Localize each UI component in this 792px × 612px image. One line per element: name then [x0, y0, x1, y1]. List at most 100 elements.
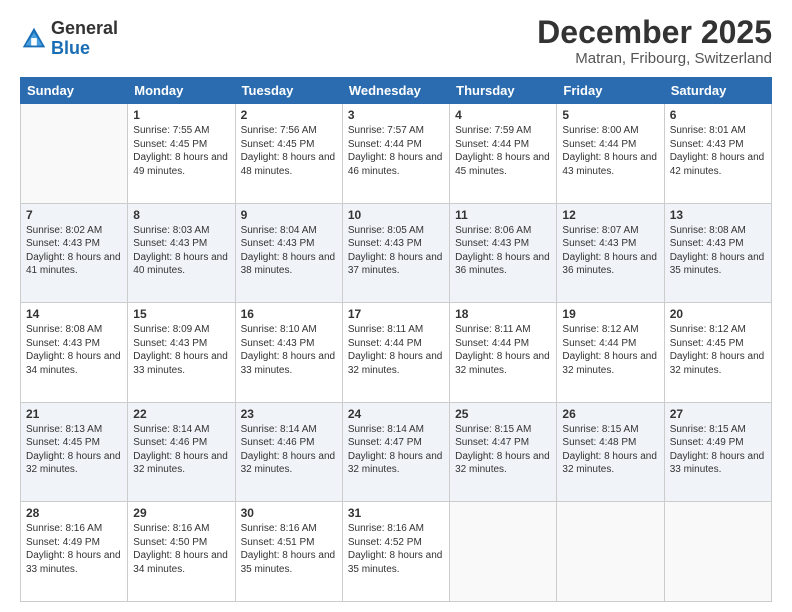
sunset-text: Sunset: 4:47 PM [348, 436, 444, 450]
day-number: 21 [26, 407, 122, 421]
sunset-text: Sunset: 4:44 PM [455, 337, 551, 351]
cell-info: Sunrise: 7:56 AM Sunset: 4:45 PM Dayligh… [241, 124, 337, 178]
sunset-text: Sunset: 4:45 PM [670, 337, 766, 351]
table-row: 28 Sunrise: 8:16 AM Sunset: 4:49 PM Dayl… [21, 502, 128, 602]
cell-info: Sunrise: 8:14 AM Sunset: 4:47 PM Dayligh… [348, 423, 444, 477]
logo-blue-text: Blue [51, 39, 118, 59]
table-row: 5 Sunrise: 8:00 AM Sunset: 4:44 PM Dayli… [557, 104, 664, 204]
table-row: 15 Sunrise: 8:09 AM Sunset: 4:43 PM Dayl… [128, 303, 235, 403]
cell-info: Sunrise: 8:11 AM Sunset: 4:44 PM Dayligh… [348, 323, 444, 377]
day-number: 24 [348, 407, 444, 421]
daylight-text: Daylight: 8 hours and 33 minutes. [670, 450, 766, 477]
header-sunday: Sunday [21, 78, 128, 104]
cell-info: Sunrise: 8:16 AM Sunset: 4:51 PM Dayligh… [241, 522, 337, 576]
day-number: 4 [455, 108, 551, 122]
table-row: 4 Sunrise: 7:59 AM Sunset: 4:44 PM Dayli… [450, 104, 557, 204]
sunrise-text: Sunrise: 8:14 AM [348, 423, 444, 437]
table-row: 3 Sunrise: 7:57 AM Sunset: 4:44 PM Dayli… [342, 104, 449, 204]
sunset-text: Sunset: 4:43 PM [241, 337, 337, 351]
sunset-text: Sunset: 4:43 PM [133, 337, 229, 351]
cell-info: Sunrise: 8:16 AM Sunset: 4:50 PM Dayligh… [133, 522, 229, 576]
table-row [557, 502, 664, 602]
sunrise-text: Sunrise: 8:12 AM [670, 323, 766, 337]
table-row: 1 Sunrise: 7:55 AM Sunset: 4:45 PM Dayli… [128, 104, 235, 204]
sunrise-text: Sunrise: 8:05 AM [348, 224, 444, 238]
sunrise-text: Sunrise: 7:56 AM [241, 124, 337, 138]
cell-info: Sunrise: 8:09 AM Sunset: 4:43 PM Dayligh… [133, 323, 229, 377]
table-row: 24 Sunrise: 8:14 AM Sunset: 4:47 PM Dayl… [342, 402, 449, 502]
sunrise-text: Sunrise: 8:15 AM [670, 423, 766, 437]
sunrise-text: Sunrise: 8:15 AM [562, 423, 658, 437]
sunset-text: Sunset: 4:46 PM [133, 436, 229, 450]
sunset-text: Sunset: 4:49 PM [26, 536, 122, 550]
sunset-text: Sunset: 4:43 PM [670, 237, 766, 251]
calendar-week-row: 14 Sunrise: 8:08 AM Sunset: 4:43 PM Dayl… [21, 303, 772, 403]
day-number: 7 [26, 208, 122, 222]
daylight-text: Daylight: 8 hours and 49 minutes. [133, 151, 229, 178]
logo-text: General Blue [51, 19, 118, 59]
month-title: December 2025 [537, 15, 772, 50]
table-row [664, 502, 771, 602]
page: General Blue December 2025 Matran, Fribo… [0, 0, 792, 612]
sunrise-text: Sunrise: 8:12 AM [562, 323, 658, 337]
daylight-text: Daylight: 8 hours and 32 minutes. [670, 350, 766, 377]
cell-info: Sunrise: 8:15 AM Sunset: 4:49 PM Dayligh… [670, 423, 766, 477]
sunrise-text: Sunrise: 8:02 AM [26, 224, 122, 238]
sunset-text: Sunset: 4:43 PM [133, 237, 229, 251]
location-subtitle: Matran, Fribourg, Switzerland [537, 50, 772, 67]
daylight-text: Daylight: 8 hours and 35 minutes. [241, 549, 337, 576]
cell-info: Sunrise: 8:03 AM Sunset: 4:43 PM Dayligh… [133, 224, 229, 278]
sunset-text: Sunset: 4:43 PM [348, 237, 444, 251]
sunset-text: Sunset: 4:46 PM [241, 436, 337, 450]
daylight-text: Daylight: 8 hours and 35 minutes. [348, 549, 444, 576]
table-row: 27 Sunrise: 8:15 AM Sunset: 4:49 PM Dayl… [664, 402, 771, 502]
table-row: 31 Sunrise: 8:16 AM Sunset: 4:52 PM Dayl… [342, 502, 449, 602]
cell-info: Sunrise: 8:08 AM Sunset: 4:43 PM Dayligh… [670, 224, 766, 278]
daylight-text: Daylight: 8 hours and 41 minutes. [26, 251, 122, 278]
sunset-text: Sunset: 4:45 PM [26, 436, 122, 450]
table-row: 12 Sunrise: 8:07 AM Sunset: 4:43 PM Dayl… [557, 203, 664, 303]
day-number: 5 [562, 108, 658, 122]
table-row: 6 Sunrise: 8:01 AM Sunset: 4:43 PM Dayli… [664, 104, 771, 204]
daylight-text: Daylight: 8 hours and 35 minutes. [670, 251, 766, 278]
table-row: 22 Sunrise: 8:14 AM Sunset: 4:46 PM Dayl… [128, 402, 235, 502]
day-number: 18 [455, 307, 551, 321]
sunset-text: Sunset: 4:44 PM [348, 337, 444, 351]
sunrise-text: Sunrise: 8:07 AM [562, 224, 658, 238]
daylight-text: Daylight: 8 hours and 32 minutes. [562, 350, 658, 377]
sunrise-text: Sunrise: 8:16 AM [133, 522, 229, 536]
cell-info: Sunrise: 8:16 AM Sunset: 4:49 PM Dayligh… [26, 522, 122, 576]
sunrise-text: Sunrise: 8:08 AM [670, 224, 766, 238]
table-row: 8 Sunrise: 8:03 AM Sunset: 4:43 PM Dayli… [128, 203, 235, 303]
sunset-text: Sunset: 4:52 PM [348, 536, 444, 550]
sunset-text: Sunset: 4:43 PM [26, 237, 122, 251]
day-number: 1 [133, 108, 229, 122]
sunrise-text: Sunrise: 8:14 AM [241, 423, 337, 437]
logo-general-text: General [51, 19, 118, 39]
cell-info: Sunrise: 8:00 AM Sunset: 4:44 PM Dayligh… [562, 124, 658, 178]
day-number: 12 [562, 208, 658, 222]
table-row: 20 Sunrise: 8:12 AM Sunset: 4:45 PM Dayl… [664, 303, 771, 403]
cell-info: Sunrise: 8:02 AM Sunset: 4:43 PM Dayligh… [26, 224, 122, 278]
cell-info: Sunrise: 8:13 AM Sunset: 4:45 PM Dayligh… [26, 423, 122, 477]
cell-info: Sunrise: 8:11 AM Sunset: 4:44 PM Dayligh… [455, 323, 551, 377]
sunrise-text: Sunrise: 8:11 AM [348, 323, 444, 337]
day-number: 6 [670, 108, 766, 122]
sunrise-text: Sunrise: 8:13 AM [26, 423, 122, 437]
table-row: 21 Sunrise: 8:13 AM Sunset: 4:45 PM Dayl… [21, 402, 128, 502]
sunrise-text: Sunrise: 8:01 AM [670, 124, 766, 138]
daylight-text: Daylight: 8 hours and 33 minutes. [241, 350, 337, 377]
calendar-table: Sunday Monday Tuesday Wednesday Thursday… [20, 77, 772, 602]
cell-info: Sunrise: 8:05 AM Sunset: 4:43 PM Dayligh… [348, 224, 444, 278]
header-saturday: Saturday [664, 78, 771, 104]
sunrise-text: Sunrise: 7:57 AM [348, 124, 444, 138]
calendar-week-row: 1 Sunrise: 7:55 AM Sunset: 4:45 PM Dayli… [21, 104, 772, 204]
sunset-text: Sunset: 4:50 PM [133, 536, 229, 550]
day-number: 23 [241, 407, 337, 421]
calendar-week-row: 28 Sunrise: 8:16 AM Sunset: 4:49 PM Dayl… [21, 502, 772, 602]
day-number: 26 [562, 407, 658, 421]
cell-info: Sunrise: 8:14 AM Sunset: 4:46 PM Dayligh… [133, 423, 229, 477]
table-row: 13 Sunrise: 8:08 AM Sunset: 4:43 PM Dayl… [664, 203, 771, 303]
table-row: 17 Sunrise: 8:11 AM Sunset: 4:44 PM Dayl… [342, 303, 449, 403]
daylight-text: Daylight: 8 hours and 34 minutes. [26, 350, 122, 377]
